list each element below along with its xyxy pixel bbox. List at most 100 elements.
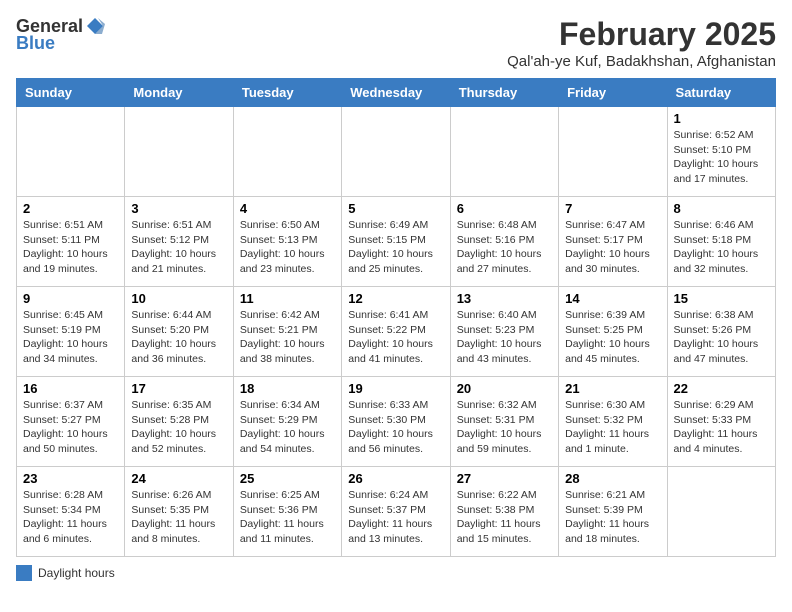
day-number: 23 — [23, 471, 118, 486]
legend-color-box — [16, 565, 32, 581]
day-info: Sunrise: 6:47 AMSunset: 5:17 PMDaylight:… — [565, 218, 660, 277]
weekday-header: Monday — [125, 79, 233, 107]
day-number: 11 — [240, 291, 335, 306]
day-number: 27 — [457, 471, 552, 486]
calendar-cell: 22 Sunrise: 6:29 AMSunset: 5:33 PMDayligh… — [667, 377, 775, 467]
day-number: 19 — [348, 381, 443, 396]
day-info: Sunrise: 6:35 AMSunset: 5:28 PMDaylight:… — [131, 398, 226, 457]
day-info: Sunrise: 6:41 AMSunset: 5:22 PMDaylight:… — [348, 308, 443, 367]
day-info: Sunrise: 6:40 AMSunset: 5:23 PMDaylight:… — [457, 308, 552, 367]
day-number: 16 — [23, 381, 118, 396]
calendar-cell: 20 Sunrise: 6:32 AMSunset: 5:31 PMDayligh… — [450, 377, 558, 467]
calendar-cell: 1 Sunrise: 6:52 AMSunset: 5:10 PMDaylight… — [667, 107, 775, 197]
day-number: 10 — [131, 291, 226, 306]
calendar-cell — [125, 107, 233, 197]
logo-icon — [85, 16, 105, 36]
day-info: Sunrise: 6:26 AMSunset: 5:35 PMDaylight:… — [131, 488, 226, 547]
day-info: Sunrise: 6:33 AMSunset: 5:30 PMDaylight:… — [348, 398, 443, 457]
weekday-header: Sunday — [17, 79, 125, 107]
calendar-cell — [559, 107, 667, 197]
weekday-header-row: SundayMondayTuesdayWednesdayThursdayFrid… — [17, 79, 776, 107]
calendar-cell — [450, 107, 558, 197]
day-number: 17 — [131, 381, 226, 396]
day-info: Sunrise: 6:39 AMSunset: 5:25 PMDaylight:… — [565, 308, 660, 367]
calendar-cell: 10 Sunrise: 6:44 AMSunset: 5:20 PMDayligh… — [125, 287, 233, 377]
day-number: 20 — [457, 381, 552, 396]
day-number: 4 — [240, 201, 335, 216]
day-info: Sunrise: 6:38 AMSunset: 5:26 PMDaylight:… — [674, 308, 769, 367]
calendar-cell — [233, 107, 341, 197]
day-info: Sunrise: 6:28 AMSunset: 5:34 PMDaylight:… — [23, 488, 118, 547]
day-info: Sunrise: 6:50 AMSunset: 5:13 PMDaylight:… — [240, 218, 335, 277]
day-number: 13 — [457, 291, 552, 306]
day-number: 28 — [565, 471, 660, 486]
day-number: 24 — [131, 471, 226, 486]
calendar-cell: 13 Sunrise: 6:40 AMSunset: 5:23 PMDayligh… — [450, 287, 558, 377]
day-number: 2 — [23, 201, 118, 216]
day-info: Sunrise: 6:30 AMSunset: 5:32 PMDaylight:… — [565, 398, 660, 457]
calendar-week-row: 23 Sunrise: 6:28 AMSunset: 5:34 PMDayligh… — [17, 467, 776, 557]
day-number: 3 — [131, 201, 226, 216]
calendar-location: Qal'ah-ye Kuf, Badakhshan, Afghanistan — [507, 53, 776, 70]
calendar-cell: 6Sunrise: 6:48 AMSunset: 5:16 PMDaylight… — [450, 197, 558, 287]
day-info: Sunrise: 6:21 AMSunset: 5:39 PMDaylight:… — [565, 488, 660, 547]
day-info: Sunrise: 6:51 AMSunset: 5:11 PMDaylight:… — [23, 218, 118, 277]
legend-label: Daylight hours — [38, 566, 115, 580]
day-number: 5 — [348, 201, 443, 216]
day-info: Sunrise: 6:42 AMSunset: 5:21 PMDaylight:… — [240, 308, 335, 367]
day-info: Sunrise: 6:45 AMSunset: 5:19 PMDaylight:… — [23, 308, 118, 367]
day-number: 15 — [674, 291, 769, 306]
day-info: Sunrise: 6:52 AMSunset: 5:10 PMDaylight:… — [674, 128, 769, 187]
legend-row: Daylight hours — [16, 565, 776, 581]
weekday-header: Thursday — [450, 79, 558, 107]
calendar-week-row: 2 Sunrise: 6:51 AMSunset: 5:11 PMDaylight… — [17, 197, 776, 287]
calendar-cell: 25 Sunrise: 6:25 AMSunset: 5:36 PMDayligh… — [233, 467, 341, 557]
day-info: Sunrise: 6:51 AMSunset: 5:12 PMDaylight:… — [131, 218, 226, 277]
calendar-cell: 23 Sunrise: 6:28 AMSunset: 5:34 PMDayligh… — [17, 467, 125, 557]
day-info: Sunrise: 6:34 AMSunset: 5:29 PMDaylight:… — [240, 398, 335, 457]
calendar-cell: 19 Sunrise: 6:33 AMSunset: 5:30 PMDayligh… — [342, 377, 450, 467]
day-info: Sunrise: 6:29 AMSunset: 5:33 PMDaylight:… — [674, 398, 769, 457]
weekday-header: Friday — [559, 79, 667, 107]
logo-blue: Blue — [16, 33, 55, 54]
day-info: Sunrise: 6:49 AMSunset: 5:15 PMDaylight:… — [348, 218, 443, 277]
calendar-week-row: 1 Sunrise: 6:52 AMSunset: 5:10 PMDaylight… — [17, 107, 776, 197]
day-info: Sunrise: 6:37 AMSunset: 5:27 PMDaylight:… — [23, 398, 118, 457]
calendar-cell: 2 Sunrise: 6:51 AMSunset: 5:11 PMDaylight… — [17, 197, 125, 287]
day-number: 9 — [23, 291, 118, 306]
calendar-title: February 2025 — [507, 16, 776, 53]
title-block: February 2025 Qal'ah-ye Kuf, Badakhshan,… — [507, 16, 776, 70]
day-info: Sunrise: 6:46 AMSunset: 5:18 PMDaylight:… — [674, 218, 769, 277]
calendar-week-row: 16 Sunrise: 6:37 AMSunset: 5:27 PMDayligh… — [17, 377, 776, 467]
calendar-cell: 18 Sunrise: 6:34 AMSunset: 5:29 PMDayligh… — [233, 377, 341, 467]
calendar-cell: 26Sunrise: 6:24 AMSunset: 5:37 PMDayligh… — [342, 467, 450, 557]
calendar-cell: 9 Sunrise: 6:45 AMSunset: 5:19 PMDaylight… — [17, 287, 125, 377]
day-number: 7 — [565, 201, 660, 216]
day-number: 8 — [674, 201, 769, 216]
calendar-cell — [342, 107, 450, 197]
day-number: 18 — [240, 381, 335, 396]
calendar-cell: 11 Sunrise: 6:42 AMSunset: 5:21 PMDayligh… — [233, 287, 341, 377]
calendar-table: SundayMondayTuesdayWednesdayThursdayFrid… — [16, 78, 776, 557]
calendar-cell: 12 Sunrise: 6:41 AMSunset: 5:22 PMDayligh… — [342, 287, 450, 377]
calendar-week-row: 9 Sunrise: 6:45 AMSunset: 5:19 PMDaylight… — [17, 287, 776, 377]
day-number: 1 — [674, 111, 769, 126]
calendar-cell — [17, 107, 125, 197]
weekday-header: Wednesday — [342, 79, 450, 107]
calendar-cell: 4 Sunrise: 6:50 AMSunset: 5:13 PMDaylight… — [233, 197, 341, 287]
day-number: 25 — [240, 471, 335, 486]
calendar-cell: 16 Sunrise: 6:37 AMSunset: 5:27 PMDayligh… — [17, 377, 125, 467]
day-info: Sunrise: 6:25 AMSunset: 5:36 PMDaylight:… — [240, 488, 335, 547]
calendar-cell: 8 Sunrise: 6:46 AMSunset: 5:18 PMDaylight… — [667, 197, 775, 287]
logo: General Blue — [16, 16, 105, 54]
day-info: Sunrise: 6:22 AMSunset: 5:38 PMDaylight:… — [457, 488, 552, 547]
day-info: Sunrise: 6:32 AMSunset: 5:31 PMDaylight:… — [457, 398, 552, 457]
day-info: Sunrise: 6:44 AMSunset: 5:20 PMDaylight:… — [131, 308, 226, 367]
day-info: Sunrise: 6:24 AMSunset: 5:37 PMDaylight:… — [348, 488, 443, 547]
weekday-header: Saturday — [667, 79, 775, 107]
calendar-cell: 14Sunrise: 6:39 AMSunset: 5:25 PMDayligh… — [559, 287, 667, 377]
calendar-cell: 5 Sunrise: 6:49 AMSunset: 5:15 PMDaylight… — [342, 197, 450, 287]
day-number: 12 — [348, 291, 443, 306]
day-number: 6 — [457, 201, 552, 216]
day-number: 22 — [674, 381, 769, 396]
